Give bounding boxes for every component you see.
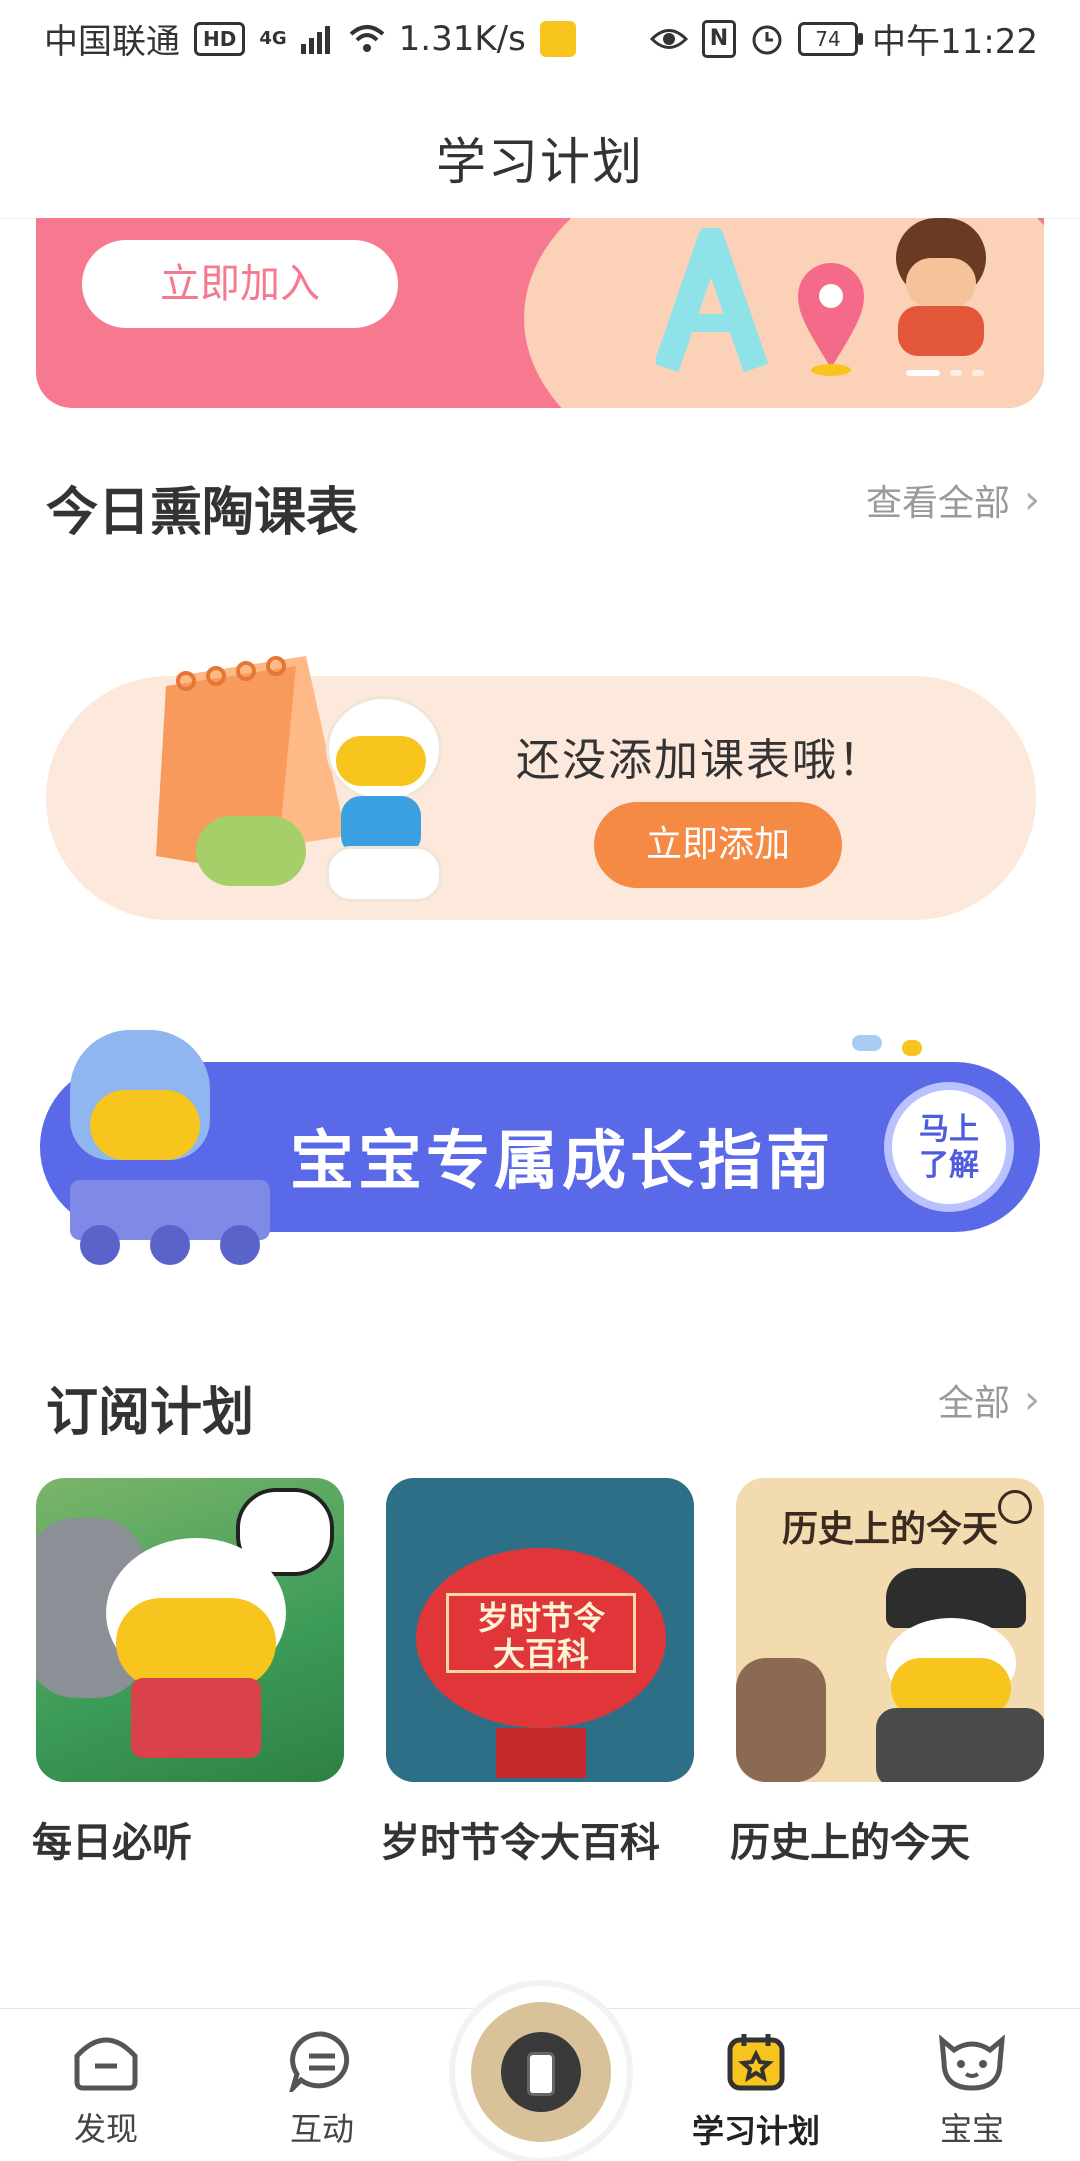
- wifi-icon: [349, 24, 384, 52]
- today-schedule-view-all[interactable]: 查看全部 ›: [866, 474, 1040, 526]
- growth-guide-text: 宝宝专属成长指南: [290, 1125, 834, 1199]
- nav-label: 互动: [289, 2110, 354, 2148]
- view-all-label: 查看全部: [865, 483, 1010, 524]
- seasonal-title-image-text: 岁时节令 大百科: [446, 1593, 636, 1673]
- carousel-dot: [972, 370, 984, 376]
- subscription-label: 岁时节令大百科: [380, 1820, 660, 1866]
- bee-icon: [902, 1040, 922, 1056]
- status-bar: 中国联通 HD 4G 1.31K/s N 74 中午11:22: [0, 0, 1080, 78]
- hd-badge: HD: [194, 21, 246, 56]
- chevron-right-icon: ›: [1024, 477, 1040, 523]
- truck-mascot-illustration: [40, 1030, 270, 1265]
- home-icon: [74, 2037, 138, 2091]
- join-now-button[interactable]: 立即加入: [82, 240, 398, 328]
- carousel-dot-active: [906, 370, 940, 376]
- carrier-label: 中国联通: [44, 22, 180, 62]
- radio-icon: [131, 1678, 261, 1758]
- page-title: 学习计划: [436, 133, 644, 191]
- leaf-snack-illustration: [196, 816, 306, 886]
- subscription-card-daily-listen[interactable]: [36, 1478, 344, 1782]
- seasonal-title-line2: 大百科: [492, 1635, 589, 1673]
- learn-more-button[interactable]: 马上 了解: [884, 1082, 1014, 1212]
- chat-icon: [287, 2031, 350, 2097]
- phone-icon: [527, 2052, 555, 2096]
- nav-discover[interactable]: 发现: [26, 2030, 186, 2150]
- nav-label: 宝宝: [939, 2110, 1004, 2148]
- alarm-icon: [752, 25, 782, 54]
- location-pin-icon: [798, 263, 864, 376]
- eye-icon: [650, 28, 689, 49]
- view-all-label: 全部: [937, 1383, 1010, 1424]
- nfc-icon: N: [702, 19, 737, 58]
- mascot-illustration: [316, 696, 446, 902]
- clock-time: 中午11:22: [872, 22, 1038, 62]
- app-notification-icon: [539, 20, 576, 57]
- center-play-button[interactable]: [455, 1986, 627, 2158]
- battery-icon: 74: [798, 21, 864, 56]
- subscription-card-history-today[interactable]: 历史上的今天: [736, 1478, 1044, 1782]
- clock-icon: [998, 1490, 1032, 1524]
- subscription-card-seasonal-encyclopedia[interactable]: 岁时节令 大百科: [386, 1478, 694, 1782]
- subscription-label: 每日必听: [32, 1820, 192, 1866]
- promo-banner[interactable]: 立即加入: [36, 218, 1044, 408]
- baby-face-icon: [938, 2034, 1006, 2091]
- calendar-icon: [727, 2034, 785, 2091]
- today-schedule-title: 今日熏陶课表: [46, 483, 359, 543]
- learn-more-line1: 马上: [919, 1112, 979, 1147]
- nav-baby[interactable]: 宝宝: [892, 2030, 1052, 2150]
- nav-label: 学习计划: [691, 2112, 820, 2150]
- chevron-right-icon: ›: [1024, 1377, 1040, 1423]
- cloud-icon: [852, 1035, 882, 1051]
- page-header: 学习计划: [0, 78, 1080, 219]
- network-label: 4G: [259, 28, 287, 49]
- learn-more-line2: 了解: [919, 1148, 979, 1183]
- nav-label: 发现: [73, 2110, 138, 2148]
- add-now-button[interactable]: 立即添加: [594, 802, 842, 888]
- subscription-label: 历史上的今天: [730, 1820, 970, 1866]
- nav-interact[interactable]: 互动: [242, 2030, 402, 2150]
- subscription-plan-title: 订阅计划: [46, 1383, 255, 1443]
- seasonal-title-line1: 岁时节令: [476, 1599, 605, 1637]
- carousel-dot: [950, 370, 962, 376]
- nav-study-plan[interactable]: 学习计划: [676, 2030, 836, 2152]
- carousel-indicator: [906, 370, 984, 376]
- letter-a-illustration: [656, 228, 769, 373]
- center-album-art: [471, 2002, 611, 2142]
- empty-schedule-card: 还没添加课表哦！ 立即添加: [46, 656, 1036, 920]
- boy-character-illustration: [886, 218, 996, 358]
- signal-icon: [300, 25, 330, 54]
- empty-schedule-text: 还没添加课表哦！: [516, 735, 884, 786]
- network-speed: 1.31K/s: [398, 18, 526, 59]
- subscription-view-all[interactable]: 全部 ›: [938, 1374, 1040, 1426]
